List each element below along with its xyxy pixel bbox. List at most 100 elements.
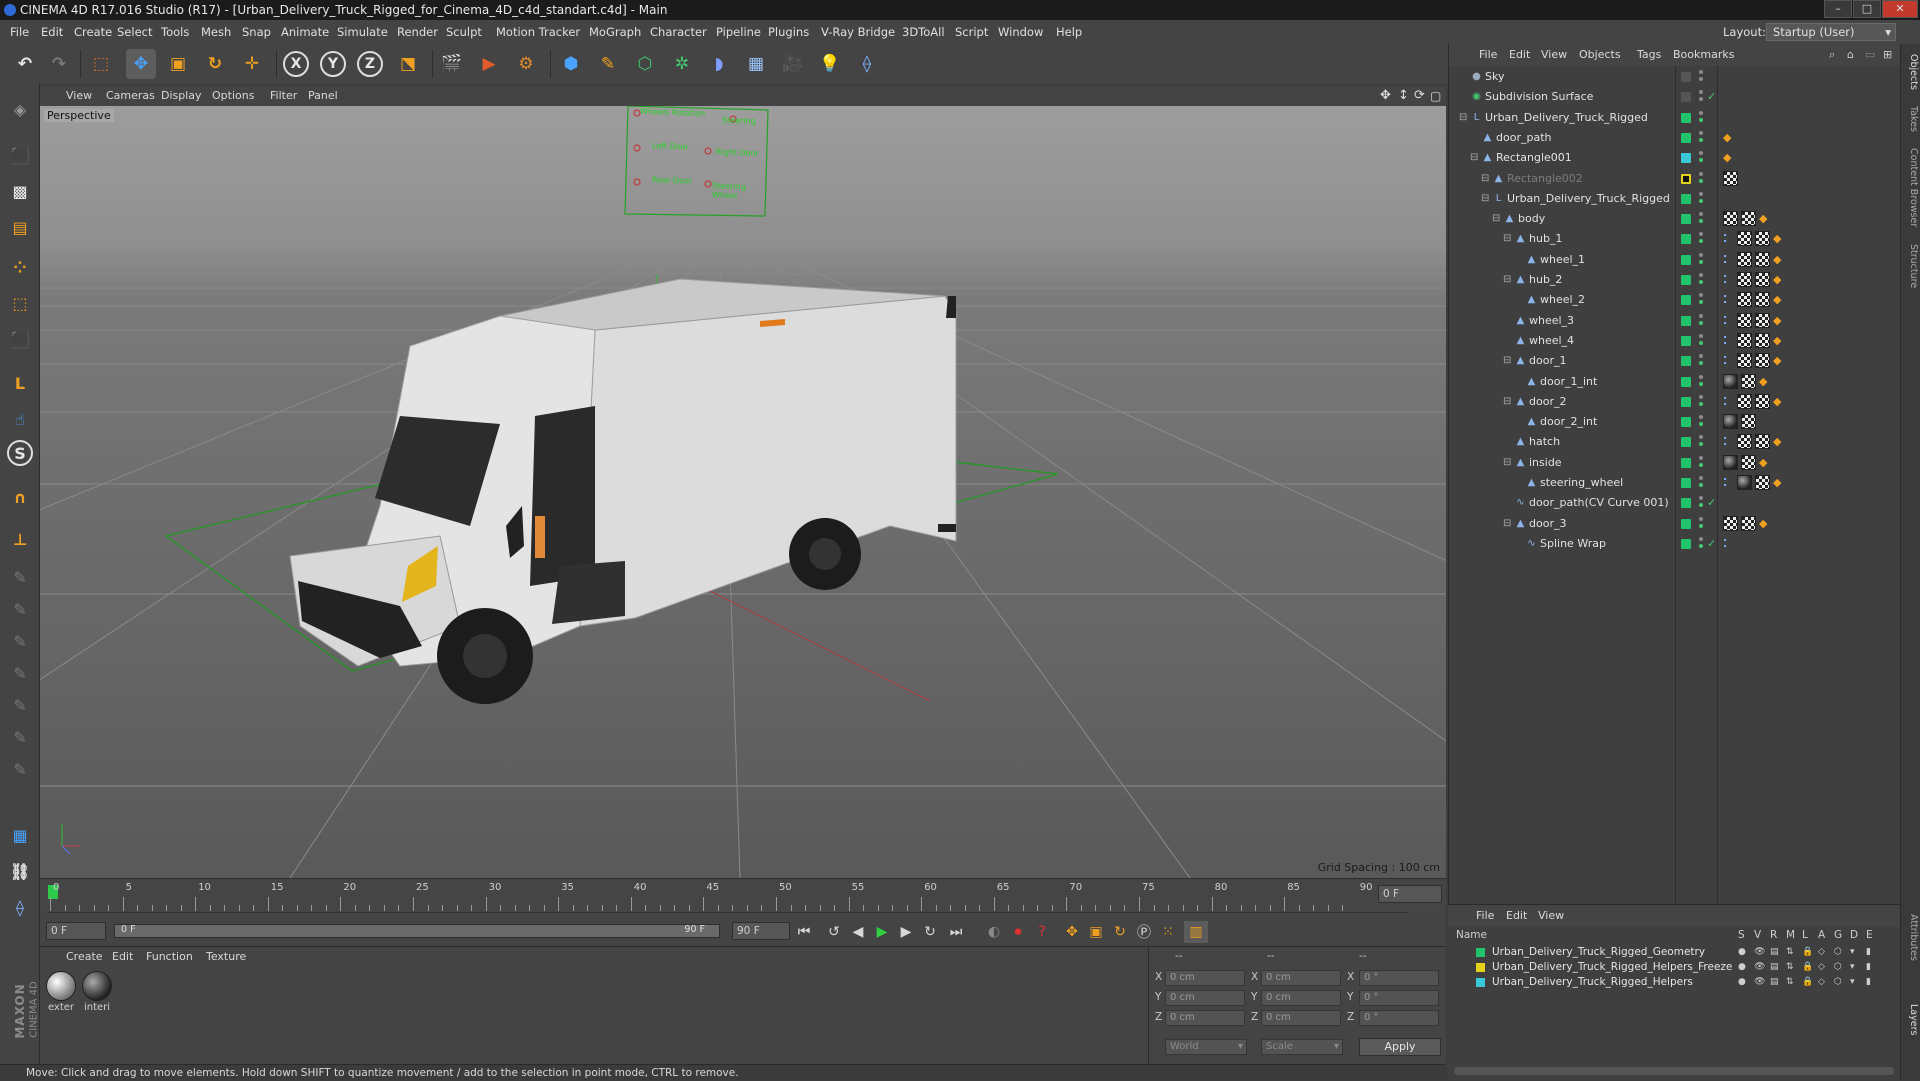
menu-vray-bridge[interactable]: V-Ray Bridge bbox=[821, 20, 895, 44]
redo-button[interactable]: ↷ bbox=[44, 49, 74, 79]
visibility-dots[interactable] bbox=[1699, 252, 1704, 267]
texture-tag-icon[interactable] bbox=[1737, 393, 1752, 409]
material-menu-function[interactable]: Function bbox=[146, 947, 193, 967]
axis-mode-button[interactable]: L bbox=[4, 368, 36, 398]
position-x-field[interactable]: 0 cm bbox=[1165, 970, 1245, 986]
z-axis-lock-button[interactable]: Z bbox=[357, 51, 383, 77]
magnet-button[interactable]: ∩ bbox=[4, 482, 36, 512]
sphere-material-tag-icon[interactable] bbox=[1723, 454, 1738, 470]
layer-color-swatch[interactable] bbox=[1681, 214, 1691, 225]
layer-flag-icon[interactable]: ⬡ bbox=[1834, 960, 1842, 975]
object-row[interactable]: ▲ hatch ⁚ ◆ bbox=[1449, 432, 1901, 452]
phong-tag-icon[interactable]: ◆ bbox=[1759, 517, 1772, 530]
menu-motion-tracker[interactable]: Motion Tracker bbox=[496, 20, 580, 44]
visibility-dots[interactable] bbox=[1699, 293, 1704, 307]
workplane-mode-button[interactable]: ▤ bbox=[4, 212, 36, 242]
sculpt-tool-7[interactable]: ✎ bbox=[4, 754, 36, 784]
layer-flag-icon[interactable]: ◇ bbox=[1818, 975, 1825, 990]
python-script-button[interactable]: ⟠ bbox=[852, 49, 882, 79]
collapse-toggle-icon[interactable]: ⊟ bbox=[1481, 189, 1489, 209]
layer-flag-icon[interactable]: 👁 bbox=[1754, 960, 1765, 975]
current-frame-field[interactable]: 0 F bbox=[1378, 885, 1442, 903]
layer-color-swatch[interactable] bbox=[1681, 376, 1691, 387]
layer-menu-view[interactable]: View bbox=[1538, 905, 1564, 927]
texture-tag-icon[interactable] bbox=[1723, 211, 1738, 227]
texture-tag-icon[interactable] bbox=[1737, 251, 1752, 267]
selection-tag-icon[interactable]: ⁚ bbox=[1723, 274, 1736, 286]
visibility-dots[interactable] bbox=[1699, 496, 1704, 510]
object-row[interactable]: ◉ Subdivision Surface ✓ bbox=[1449, 87, 1901, 107]
object-row[interactable]: ⊟ ▲ hub_1 ⁚ ◆ bbox=[1449, 229, 1901, 249]
object-row[interactable]: ⊟ ▲ body ◆ bbox=[1449, 209, 1901, 229]
checker-texture-tag-icon[interactable] bbox=[1741, 414, 1756, 430]
object-row[interactable]: ⊟ ▲ Rectangle002 bbox=[1449, 169, 1901, 189]
expand-icon[interactable]: ⊞ bbox=[1883, 44, 1892, 66]
visibility-dots[interactable] bbox=[1699, 191, 1704, 206]
texture-tag-icon[interactable] bbox=[1737, 332, 1752, 348]
material-interi[interactable]: interi bbox=[80, 971, 114, 1013]
layer-flag-icon[interactable]: ▾ bbox=[1850, 975, 1855, 990]
grid-tool-button[interactable]: ▦ bbox=[4, 820, 36, 850]
layer-color-swatch[interactable] bbox=[1681, 234, 1691, 245]
object-row[interactable]: ▲ wheel_2 ⁚ ◆ bbox=[1449, 290, 1901, 310]
rotation-h-field[interactable]: 0 ° bbox=[1359, 970, 1439, 986]
phong-tag-icon[interactable]: ◆ bbox=[1773, 355, 1786, 367]
visibility-dots[interactable] bbox=[1699, 394, 1704, 409]
layer-color-swatch[interactable] bbox=[1681, 254, 1691, 265]
viewport-menu-display[interactable]: Display bbox=[161, 86, 202, 106]
layer-empty-swatch[interactable] bbox=[1681, 72, 1691, 82]
tweak-mode-button[interactable]: ☝ bbox=[4, 404, 36, 434]
python-console-button[interactable]: ⟠ bbox=[4, 892, 36, 922]
layer-color-swatch[interactable] bbox=[1681, 112, 1691, 123]
tab-attributes[interactable]: Attributes bbox=[1903, 914, 1919, 961]
object-row[interactable]: ⊟ ▲ door_3 ◆ bbox=[1449, 514, 1901, 534]
tab-layers[interactable]: Layers bbox=[1903, 1004, 1919, 1035]
visibility-dots[interactable] bbox=[1699, 110, 1704, 125]
sculpt-tool-1[interactable]: ✎ bbox=[4, 562, 36, 592]
sculpt-tool-5[interactable]: ✎ bbox=[4, 690, 36, 720]
layer-flag-icon[interactable]: ● bbox=[1738, 975, 1746, 990]
menu-script[interactable]: Script bbox=[955, 20, 988, 44]
layer-color-swatch[interactable] bbox=[1681, 132, 1691, 143]
add-cube-button[interactable]: ⬢ bbox=[556, 49, 586, 79]
object-menu-tags[interactable]: Tags bbox=[1637, 44, 1661, 66]
phong-tag-icon[interactable]: ◆ bbox=[1723, 131, 1736, 144]
collapse-toggle-icon[interactable]: ⊟ bbox=[1470, 148, 1478, 168]
object-row[interactable]: ⊟ ▲ door_2 ⁚ ◆ bbox=[1449, 392, 1901, 412]
layer-flag-icon[interactable]: ▾ bbox=[1850, 960, 1855, 975]
collapse-toggle-icon[interactable]: ⊟ bbox=[1503, 229, 1511, 249]
texture-tag-icon[interactable] bbox=[1737, 353, 1752, 369]
texture-tag-icon[interactable] bbox=[1723, 170, 1738, 186]
layer-menu-edit[interactable]: Edit bbox=[1506, 905, 1527, 927]
viewport-menu-filter[interactable]: Filter bbox=[270, 86, 297, 106]
sculpt-tool-6[interactable]: ✎ bbox=[4, 722, 36, 752]
layer-color-swatch[interactable] bbox=[1681, 356, 1691, 367]
object-menu-objects[interactable]: Objects bbox=[1579, 44, 1621, 66]
size-mode-dropdown[interactable]: Scale ▾ bbox=[1261, 1039, 1343, 1055]
layer-color-swatch[interactable] bbox=[1681, 498, 1691, 509]
layer-color-swatch[interactable] bbox=[1681, 417, 1691, 428]
phong-tag-icon[interactable]: ◆ bbox=[1759, 213, 1772, 225]
texture-tag-icon[interactable] bbox=[1737, 292, 1752, 308]
layer-flag-icon[interactable]: ▮ bbox=[1866, 960, 1871, 975]
add-spline-button[interactable]: ✎ bbox=[593, 49, 623, 79]
object-row[interactable]: ▲ wheel_4 ⁚ ◆ bbox=[1449, 331, 1901, 351]
sphere-material-tag-icon[interactable] bbox=[1723, 373, 1738, 389]
object-menu-bookmarks[interactable]: Bookmarks bbox=[1673, 44, 1734, 66]
menu-window[interactable]: Window bbox=[998, 20, 1043, 44]
render-settings-button[interactable]: ⚙ bbox=[511, 49, 541, 79]
layer-empty-swatch[interactable] bbox=[1681, 92, 1691, 103]
layer-flag-icon[interactable]: 👁 bbox=[1754, 975, 1765, 990]
visibility-dots[interactable] bbox=[1699, 90, 1704, 104]
rotation-p-field[interactable]: 0 ° bbox=[1359, 990, 1439, 1006]
menu-plugins[interactable]: Plugins bbox=[768, 20, 809, 44]
visibility-dots[interactable] bbox=[1699, 435, 1704, 449]
viewport-maximize-icon[interactable]: ▢ bbox=[1430, 86, 1441, 106]
start-frame-field[interactable]: 0 F bbox=[46, 922, 106, 940]
layout-dropdown[interactable]: Startup (User) ▾ bbox=[1766, 23, 1896, 41]
visibility-dots[interactable] bbox=[1699, 516, 1704, 531]
phong-tag-icon[interactable]: ◆ bbox=[1759, 456, 1772, 469]
texture-tag-icon[interactable] bbox=[1737, 231, 1752, 247]
sculpt-tool-2[interactable]: ✎ bbox=[4, 594, 36, 624]
add-floor-button[interactable]: ▦ bbox=[741, 49, 771, 79]
